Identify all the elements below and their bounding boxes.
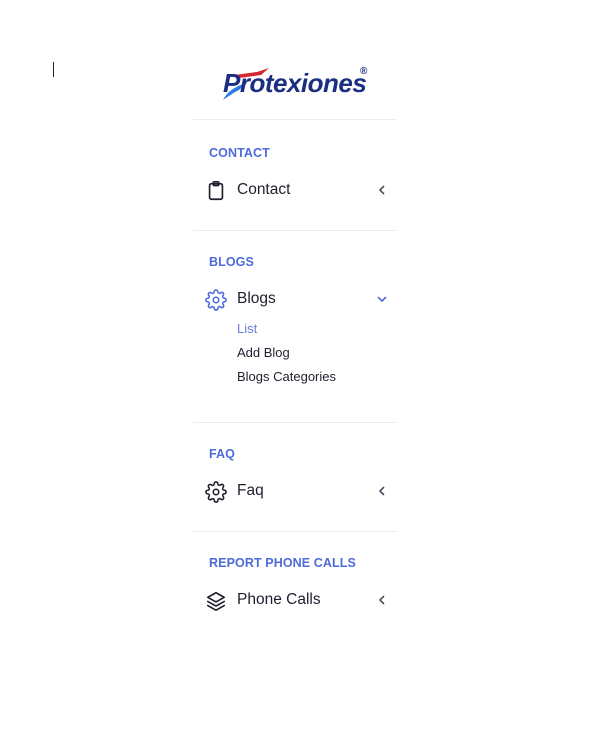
submenu-item-blogs-categories[interactable]: Blogs Categories (237, 369, 336, 384)
clipboard-icon (205, 180, 227, 202)
menu-item-contact[interactable]: Contact (205, 178, 395, 204)
submenu-item-list[interactable]: List (237, 321, 257, 336)
submenu-item-add-blog[interactable]: Add Blog (237, 345, 290, 360)
section-title-contact: CONTACT (209, 146, 270, 160)
text-cursor (53, 62, 54, 77)
chevron-down-icon[interactable] (376, 293, 388, 305)
divider (193, 230, 397, 231)
divider (193, 119, 397, 120)
gear-icon (205, 289, 227, 311)
menu-label-blogs: Blogs (237, 290, 276, 307)
menu-item-blogs[interactable]: Blogs (205, 287, 395, 313)
menu-item-faq[interactable]: Faq (205, 479, 395, 505)
gear-icon (205, 481, 227, 503)
section-title-report-phone-calls: REPORT PHONE CALLS (209, 556, 356, 570)
brand-name: Protexiones (223, 68, 367, 98)
sidebar: Protexiones ® CONTACT Contact BLOGS Blog… (193, 0, 397, 736)
layers-icon (205, 590, 227, 612)
divider (193, 531, 397, 532)
menu-item-phone-calls[interactable]: Phone Calls (205, 588, 395, 614)
chevron-left-icon[interactable] (376, 184, 388, 196)
chevron-left-icon[interactable] (376, 594, 388, 606)
chevron-left-icon[interactable] (376, 485, 388, 497)
brand-registered-mark: ® (360, 66, 368, 77)
menu-label-phone-calls: Phone Calls (237, 591, 321, 608)
menu-label-faq: Faq (237, 482, 264, 499)
section-title-faq: FAQ (209, 447, 235, 461)
page: Protexiones ® CONTACT Contact BLOGS Blog… (0, 0, 616, 736)
divider (193, 422, 397, 423)
brand-logo[interactable]: Protexiones ® (217, 66, 372, 108)
section-title-blogs: BLOGS (209, 255, 254, 269)
menu-label-contact: Contact (237, 181, 291, 198)
